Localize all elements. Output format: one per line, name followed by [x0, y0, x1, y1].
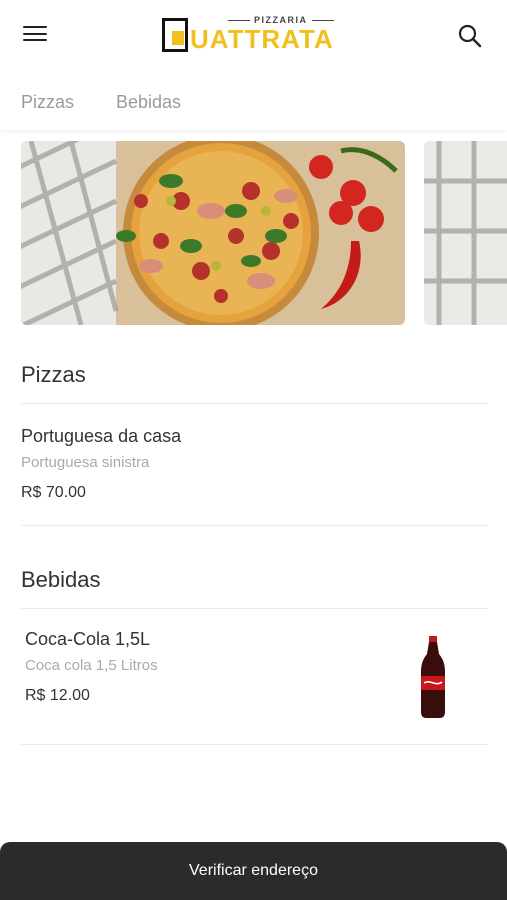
divider: [21, 403, 488, 404]
search-icon[interactable]: [456, 22, 484, 50]
item-name: Coca-Cola 1,5L: [25, 629, 151, 649]
item-price: R$ 70.00: [21, 484, 86, 501]
menu-item-coca-cola[interactable]: Coca-Cola 1,5L Coca cola 1,5 Litros R$ 1…: [0, 610, 507, 744]
divider: [21, 608, 488, 609]
logo-q-mark: [162, 18, 188, 52]
divider: [21, 525, 488, 526]
section-title-pizzas: Pizzas: [21, 362, 86, 387]
section-title-bebidas: Bebidas: [21, 567, 101, 592]
tab-pizzas[interactable]: Pizzas: [21, 92, 74, 113]
verify-address-button[interactable]: Verificar endereço: [0, 842, 507, 900]
item-name: Portuguesa da casa: [21, 426, 182, 446]
banner-pizza[interactable]: [21, 141, 405, 325]
promo-carousel[interactable]: [0, 141, 507, 326]
logo-wordmark: UATTRATA: [190, 24, 334, 54]
item-description: Coca cola 1,5 Litros: [25, 657, 158, 674]
item-description: Portuguesa sinistra: [21, 454, 150, 471]
tab-bebidas[interactable]: Bebidas: [116, 92, 181, 113]
pizza-photo: [21, 141, 405, 325]
hamburger-menu-icon[interactable]: [23, 26, 47, 46]
banner-next[interactable]: [424, 141, 507, 325]
category-tabs: Pizzas Bebidas: [0, 72, 507, 130]
menu-item-portuguesa[interactable]: Portuguesa da casa Portuguesa sinistra R…: [0, 405, 507, 525]
app-header: PIZZARIA UATTRATA: [0, 0, 507, 72]
item-price: R$ 12.00: [25, 687, 90, 704]
divider: [21, 744, 488, 745]
brand-logo: PIZZARIA UATTRATA: [160, 14, 350, 60]
checkered-cloth-photo: [424, 141, 507, 325]
coca-cola-bottle-icon: [421, 636, 445, 718]
